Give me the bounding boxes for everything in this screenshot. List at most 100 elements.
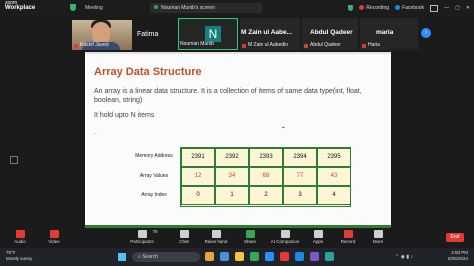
windows-start-icon[interactable] [118, 253, 126, 261]
taskbar-search[interactable]: ⌕ Search [132, 252, 200, 262]
index-cell: 2 [249, 186, 283, 205]
participant-name: Fatima [137, 31, 159, 38]
value-cell: 43 [317, 167, 351, 186]
chat-label: Chat [179, 239, 189, 244]
edge-icon[interactable] [295, 252, 304, 261]
close-icon[interactable]: ✕ [466, 5, 470, 11]
more-icon [373, 230, 383, 238]
address-cell: 2392 [215, 148, 249, 167]
view-options-icon[interactable] [10, 156, 18, 164]
participant-tile-maria[interactable]: maria Haria [360, 18, 418, 50]
index-cell: 1 [215, 186, 249, 205]
top-right-controls: Recording Facebook — ▢ ✕ [348, 3, 470, 13]
mic-muted-icon [15, 230, 25, 238]
chrome-icon[interactable] [250, 252, 259, 261]
weather-widget[interactable]: 78°F Mostly sunny [6, 250, 32, 262]
screen-share-indicator[interactable]: Nouman Munib's screen [150, 3, 262, 13]
address-cell: 2391 [181, 148, 215, 167]
participant-tile-kashif[interactable]: Kashif Javed [72, 18, 132, 50]
end-button[interactable]: End [446, 233, 464, 242]
more-button[interactable]: More [370, 230, 386, 244]
task-view-icon[interactable] [220, 252, 229, 261]
slide-line: It hold upto N items [94, 112, 155, 119]
screen-share-label: Nouman Munib's screen [161, 5, 215, 11]
view-icon[interactable] [430, 4, 439, 12]
clock-date: 6/25/2024 [447, 256, 468, 261]
recording-label: Recording [366, 5, 390, 11]
more-label: More [372, 239, 384, 244]
minimize-icon[interactable]: — [444, 5, 449, 11]
participant-tile-zain[interactable]: M Zain ul Aabe... M Zain ul Aabedin [240, 18, 300, 50]
zoom-app-icon[interactable] [265, 252, 274, 261]
chat-button[interactable]: Chat [176, 230, 192, 244]
participant-tile-nouman[interactable]: N Nouman Munib [178, 18, 238, 50]
share-button[interactable]: Share [242, 230, 258, 244]
address-cell: 2393 [249, 148, 283, 167]
participant-name: Nouman Munib [180, 41, 214, 47]
value-cell: 34 [215, 167, 249, 186]
security-shield-icon[interactable] [70, 4, 76, 11]
slide-title: Array Data Structure [94, 66, 202, 78]
participant-name: Kashif Javed [80, 42, 109, 48]
mouse-cursor-icon: ⌖ [282, 125, 285, 131]
muted-mic-icon [304, 44, 308, 48]
system-tray-icons[interactable]: ⌃ ◉ ▮ ♪ [395, 254, 413, 260]
facebook-icon [395, 5, 401, 11]
participant-name: Haria [368, 42, 380, 48]
raise-hand-button[interactable]: Raise hand [204, 230, 228, 244]
app-icon[interactable] [280, 252, 289, 261]
ai-companion-icon [280, 230, 290, 238]
title-bar: zoom Workplace Meeting Nouman Munib's sc… [0, 0, 474, 16]
facebook-status[interactable]: Facebook [395, 5, 424, 11]
record-label: Record [340, 239, 356, 244]
brand-workplace: Workplace [5, 5, 36, 11]
maximize-icon[interactable]: ▢ [455, 5, 460, 11]
row-label-values: Array Values [139, 173, 169, 179]
slide-paragraph: An array is a linear data structure. It … [94, 88, 362, 104]
participants-count: 78 [152, 229, 158, 234]
audio-label: Audio [14, 239, 26, 244]
widgets-app-icon[interactable] [205, 252, 214, 261]
address-cell: 2395 [317, 148, 351, 167]
recording-status[interactable]: Recording [359, 5, 389, 11]
participant-tile-fatima[interactable]: Fatima [134, 18, 176, 50]
apps-button[interactable]: Apps [310, 230, 326, 244]
system-clock[interactable]: 4:50 PM 6/25/2024 [448, 250, 468, 262]
share-label: Share [243, 239, 256, 244]
index-cell: 3 [283, 186, 317, 205]
participant-display-name: maria [376, 29, 394, 36]
file-explorer-icon[interactable] [235, 252, 244, 261]
index-cell: 4 [317, 186, 351, 205]
app-icon-2[interactable] [325, 252, 334, 261]
value-cell: 77 [283, 167, 317, 186]
hand-icon [211, 230, 221, 238]
next-participants-button[interactable]: › [421, 28, 431, 38]
apps-label: Apps [312, 239, 324, 244]
shared-screen-area: Array Data Structure An array is a linea… [0, 52, 474, 228]
share-icon [245, 230, 255, 238]
record-icon [343, 230, 353, 238]
meeting-toolbar: Audio Video Participants 78 Chat Raise h… [0, 228, 474, 248]
ai-companion-label: AI Companion [270, 239, 300, 244]
record-button[interactable]: Record [338, 230, 358, 244]
video-button[interactable]: Video [46, 230, 62, 244]
audio-button[interactable]: Audio [12, 230, 28, 244]
shield-icon [348, 5, 354, 11]
raise-hand-label: Raise hand [204, 239, 228, 244]
ai-companion-button[interactable]: AI Companion [270, 230, 300, 244]
participant-display-name: M Zain ul Aabe... [241, 29, 293, 36]
participant-name: Abdul Qadeer [310, 42, 341, 48]
facebook-label: Facebook [402, 5, 425, 11]
weather-desc: Mostly sunny [6, 256, 33, 261]
zoom-window: zoom Workplace Meeting Nouman Munib's sc… [0, 0, 474, 266]
windows-taskbar: 78°F Mostly sunny ⌕ Search ⌃ ◉ ▮ ♪ 4:50 … [0, 248, 474, 266]
presentation-slide: Array Data Structure An array is a linea… [85, 52, 391, 228]
value-cell: 68 [249, 167, 283, 186]
participant-tile-abdul[interactable]: Abdul Qadeer Abdul Qadeer [302, 18, 358, 50]
taskbar-apps [205, 252, 334, 261]
apps-icon [313, 230, 323, 238]
share-dot-icon [154, 5, 158, 9]
participant-strip: Kashif Javed Fatima N Nouman Munib M Zai… [0, 16, 474, 52]
store-icon[interactable] [310, 252, 319, 261]
chat-icon [179, 230, 189, 238]
